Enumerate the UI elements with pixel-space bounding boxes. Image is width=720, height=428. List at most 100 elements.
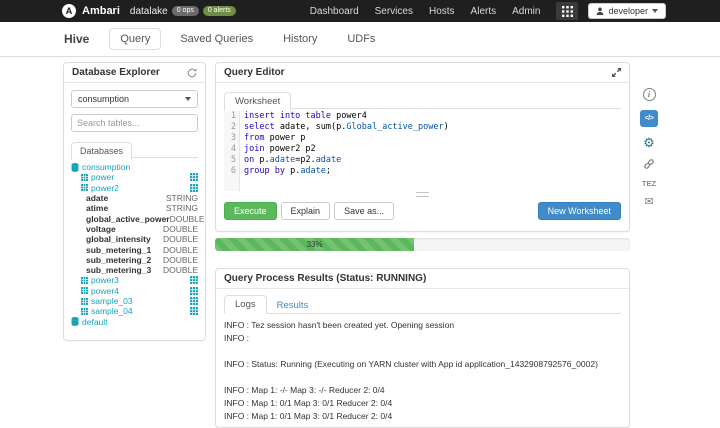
table-item[interactable]: sample_04 (71, 306, 198, 316)
progress-label: 33% (307, 240, 323, 249)
user-menu-button[interactable]: developer (588, 3, 666, 19)
table-grid-icon[interactable] (190, 297, 198, 305)
column-row: atimeSTRING (71, 203, 198, 213)
table-item[interactable]: sample_03 (71, 296, 198, 306)
editor-resize-handle[interactable] (416, 192, 429, 197)
editor-buttons: Execute Explain Save as... New Worksheet (224, 200, 621, 220)
column-row: voltageDOUBLE (71, 224, 198, 234)
query-results-panel: Query Process Results (Status: RUNNING) … (215, 268, 630, 428)
info-button[interactable]: i (643, 88, 656, 101)
expand-icon (612, 68, 621, 77)
sql-editor[interactable]: 123456 insert into table power4select ad… (224, 109, 621, 191)
new-worksheet-button[interactable]: New Worksheet (538, 202, 621, 220)
query-results-body: Logs Results INFO : Tez session hasn't b… (216, 289, 629, 423)
envelope-icon: ✉ (644, 197, 653, 208)
link-icon (643, 158, 655, 170)
editor-code[interactable]: insert into table power4select adate, su… (240, 109, 449, 191)
table-icon (81, 298, 88, 305)
gear-icon: ⚙ (643, 136, 655, 149)
table-icon (81, 174, 88, 181)
right-toolbar: i </> ⚙ TEZ ✉ (636, 88, 662, 208)
topnav-links: Dashboard Services Hosts Alerts Admin (310, 6, 557, 17)
query-editor-header: Query Editor (216, 63, 629, 83)
database-select[interactable]: consumption (71, 90, 198, 108)
brand-name: Ambari (82, 5, 120, 17)
info-icon: i (643, 88, 656, 101)
query-results-title: Query Process Results (Status: RUNNING) (224, 273, 426, 284)
tab-query[interactable]: Query (109, 28, 161, 50)
table-grid-icon[interactable] (190, 307, 198, 315)
tab-logs[interactable]: Logs (224, 295, 267, 314)
tab-history[interactable]: History (272, 28, 328, 50)
topnav-link-services[interactable]: Services (375, 6, 413, 17)
tab-databases[interactable]: Databases (71, 142, 132, 160)
user-icon (596, 7, 604, 15)
topnav-link-admin[interactable]: Admin (512, 6, 540, 17)
refresh-icon (187, 68, 197, 78)
topnav-link-alerts[interactable]: Alerts (471, 6, 497, 17)
query-editor-title: Query Editor (224, 67, 285, 78)
tab-results[interactable]: Results (267, 297, 319, 314)
table-grid-icon[interactable] (190, 173, 198, 181)
db-tree: consumptionpowerpower2adateSTRINGatimeST… (71, 162, 198, 327)
tez-button[interactable]: TEZ (642, 179, 656, 188)
apps-grid-icon (562, 6, 573, 17)
apps-grid-button[interactable] (556, 2, 578, 20)
column-row: sub_metering_1DOUBLE (71, 244, 198, 254)
results-tabbar: Logs Results (224, 295, 621, 314)
database-explorer-body: consumption Databases consumptionpowerpo… (64, 83, 205, 334)
query-editor-body: Worksheet 123456 insert into table power… (216, 83, 629, 220)
table-icon (81, 184, 88, 191)
table-icon (81, 308, 88, 315)
notifications-button[interactable]: ✉ (644, 197, 653, 208)
table-item[interactable]: power4 (71, 286, 198, 296)
database-explorer-header: Database Explorer (64, 63, 205, 83)
database-item[interactable]: default (71, 316, 198, 326)
settings-button[interactable]: ⚙ (643, 136, 655, 149)
query-tab-button[interactable]: </> (640, 110, 658, 127)
ops-badge[interactable]: 0 ops (172, 6, 199, 16)
expand-button[interactable] (612, 68, 621, 77)
tab-udfs[interactable]: UDFs (336, 28, 386, 50)
column-row: adateSTRING (71, 193, 198, 203)
tab-saved-queries[interactable]: Saved Queries (169, 28, 264, 50)
subnav-tabs: Query Saved Queries History UDFs (109, 28, 394, 50)
database-item[interactable]: consumption (71, 162, 198, 172)
table-grid-icon[interactable] (190, 287, 198, 295)
table-item[interactable]: power2 (71, 183, 198, 193)
query-results-header: Query Process Results (Status: RUNNING) (216, 269, 629, 289)
caret-down-icon (652, 9, 658, 13)
alerts-badge[interactable]: 0 alerts (203, 6, 236, 16)
progress-fill: 33% (215, 238, 414, 251)
refresh-button[interactable] (187, 68, 197, 78)
table-grid-icon[interactable] (190, 184, 198, 192)
execute-button[interactable]: Execute (224, 202, 277, 220)
caret-down-icon (185, 97, 191, 101)
search-tables-input[interactable] (71, 114, 198, 132)
databases-tabbar: Databases (71, 140, 198, 158)
tab-worksheet[interactable]: Worksheet (224, 92, 291, 111)
cluster-name[interactable]: datalake (130, 6, 168, 17)
column-row: sub_metering_3DOUBLE (71, 265, 198, 275)
table-grid-icon[interactable] (190, 276, 198, 284)
database-explorer-title: Database Explorer (72, 67, 160, 78)
tez-label: TEZ (642, 179, 656, 188)
hive-view-title: Hive (64, 32, 89, 46)
save-as-button[interactable]: Save as... (334, 202, 394, 220)
user-menu-label: developer (608, 6, 648, 16)
topnav-link-dashboard[interactable]: Dashboard (310, 6, 359, 17)
table-icon (81, 287, 88, 294)
top-navbar: A Ambari datalake 0 ops 0 alerts Dashboa… (0, 0, 720, 22)
database-select-value: consumption (78, 94, 129, 104)
column-row: sub_metering_2DOUBLE (71, 255, 198, 265)
hive-view-navbar: Hive Query Saved Queries History UDFs (0, 22, 720, 57)
column-row: global_active_powerDOUBLE (71, 213, 198, 223)
topnav-link-hosts[interactable]: Hosts (429, 6, 455, 17)
visual-explain-button[interactable] (643, 158, 655, 170)
column-row: global_intensityDOUBLE (71, 234, 198, 244)
table-item[interactable]: power3 (71, 275, 198, 285)
explain-button[interactable]: Explain (281, 202, 331, 220)
table-item[interactable]: power (71, 172, 198, 182)
table-icon (81, 277, 88, 284)
query-editor-panel: Query Editor Worksheet 123456 insert int… (215, 62, 630, 232)
